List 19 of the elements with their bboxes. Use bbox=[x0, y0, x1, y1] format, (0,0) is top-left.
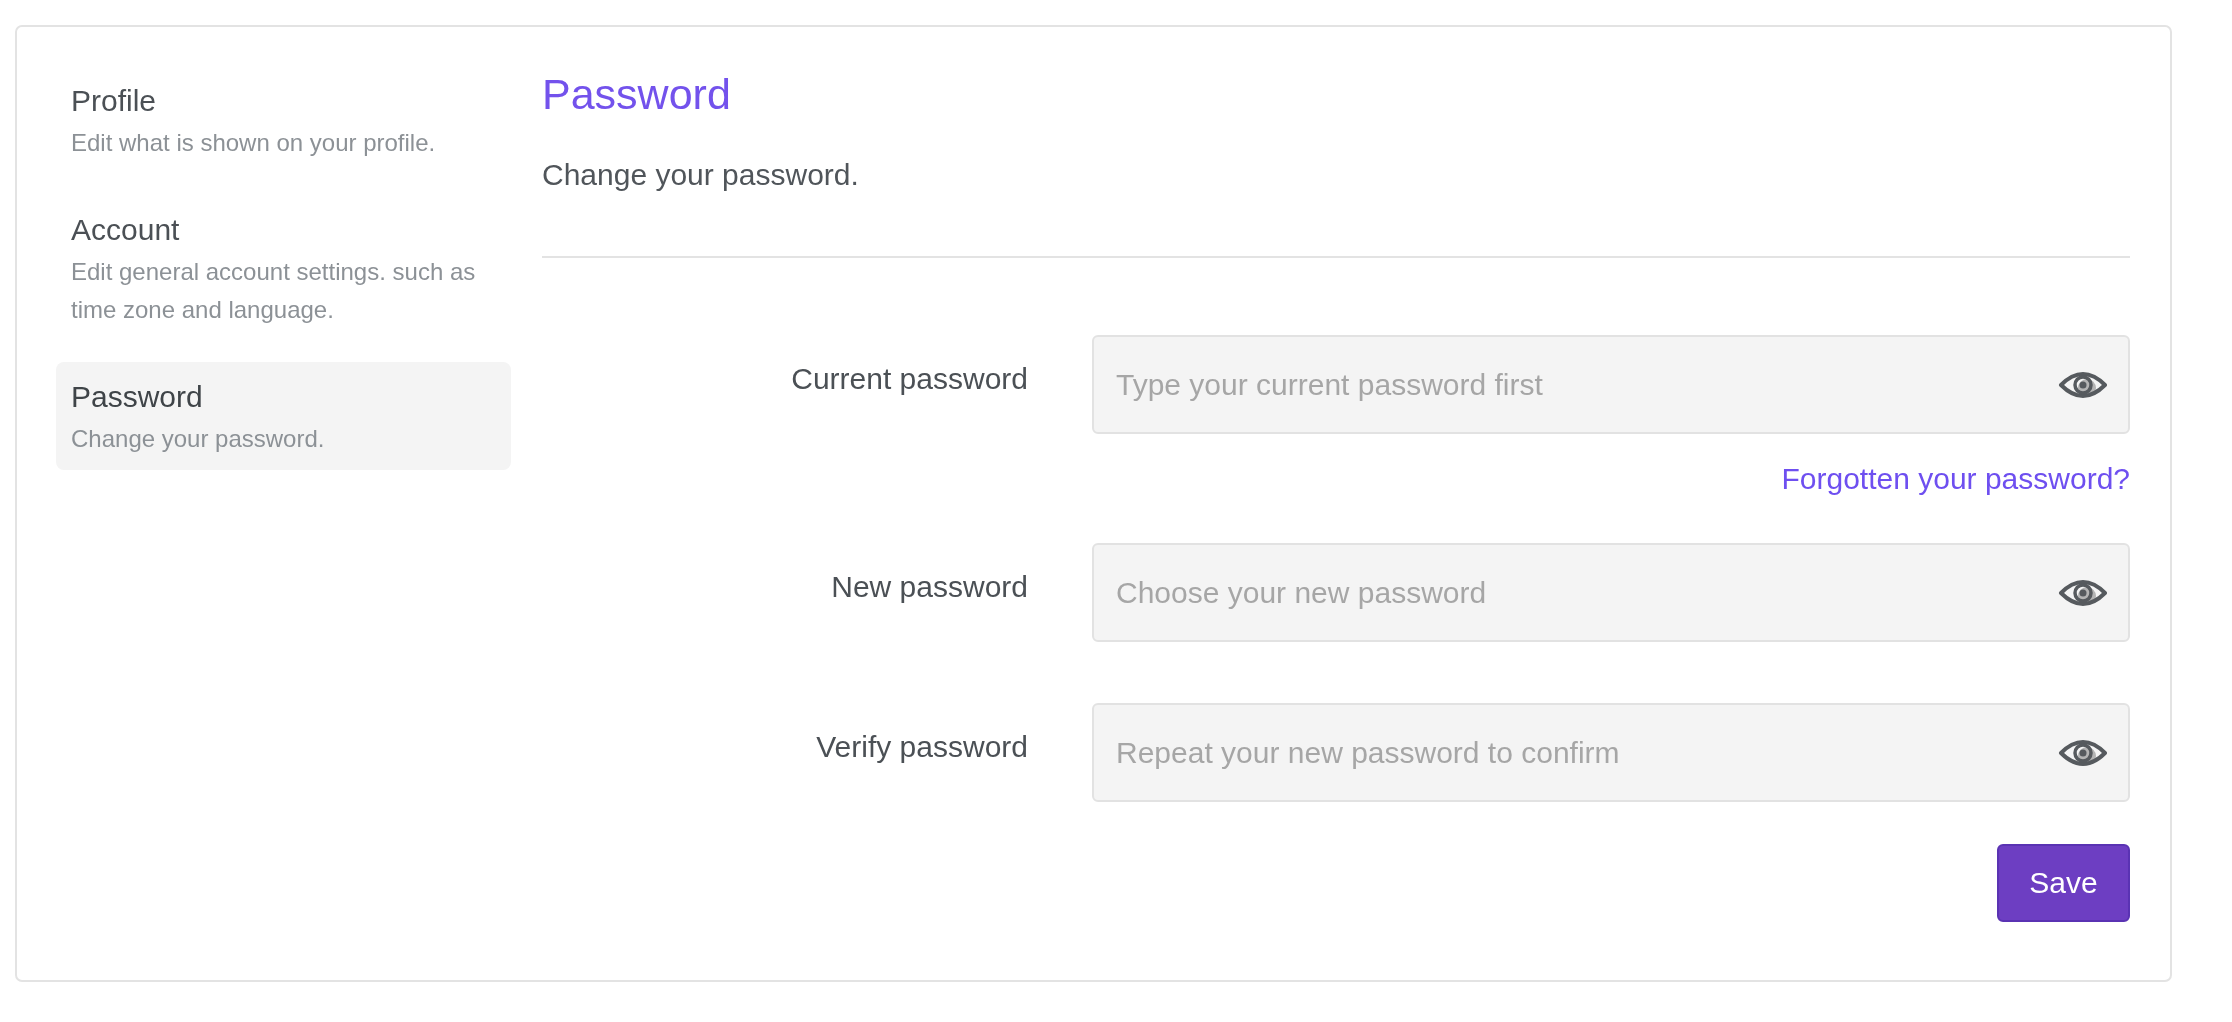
password-field[interactable]: Choose your new password bbox=[1092, 543, 2130, 642]
sidebar-item-title: Account bbox=[71, 212, 181, 248]
field-label: New password bbox=[831, 569, 1028, 605]
sidebar-item-title: Password bbox=[71, 379, 204, 415]
sidebar-item[interactable]: Password Change your password. bbox=[56, 362, 511, 470]
password-field[interactable]: Type your current password first bbox=[1092, 335, 2130, 434]
page-subtitle: Change your password. bbox=[542, 157, 860, 193]
sidebar-item-description: Change your password. bbox=[71, 424, 326, 454]
forgot-password-link[interactable]: Forgotten your password? bbox=[1781, 461, 2130, 497]
sidebar-item[interactable]: Account Edit general account settings. such as time zone and language. bbox=[56, 195, 511, 341]
field-label: Current password bbox=[791, 361, 1028, 397]
save-button[interactable]: Save bbox=[1997, 844, 2130, 922]
page-heading: Password bbox=[542, 69, 732, 120]
password-field[interactable]: Repeat your new password to confirm bbox=[1092, 703, 2130, 802]
sidebar-item-description: Edit what is shown on your profile. bbox=[71, 128, 437, 158]
sidebar-item-title: Profile bbox=[71, 83, 158, 119]
sidebar-item[interactable]: Profile Edit what is shown on your profile. bbox=[56, 66, 511, 174]
field-label: Verify password bbox=[816, 729, 1028, 765]
sidebar-item-description: Edit general account settings. such as time zone and language. bbox=[71, 257, 477, 325]
